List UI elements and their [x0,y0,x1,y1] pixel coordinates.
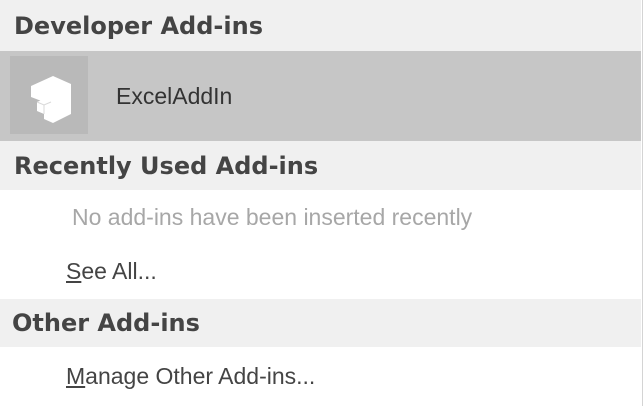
add-ins-menu: Developer Add-ins ExcelAddIn Recently Us… [0,0,643,406]
developer-addins-header: Developer Add-ins [0,0,641,51]
developer-addins-header-label: Developer Add-ins [14,11,263,40]
addin-item-exceladdin[interactable]: ExcelAddIn [0,51,641,141]
recent-addins-header: Recently Used Add-ins [0,141,641,190]
manage-other-addins-link[interactable]: Manage Other Add-ins... [0,347,641,406]
see-all-label: ee All... [81,258,157,284]
no-recent-addins-message: No add-ins have been inserted recently [72,203,473,230]
addin-cube-icon [10,56,88,134]
addin-name-label: ExcelAddIn [116,82,233,109]
manage-other-addins-label: anage Other Add-ins... [85,363,316,389]
other-addins-header-label: Other Add-ins [12,309,200,337]
manage-accelerator: M [66,363,86,389]
see-all-accelerator: S [66,258,82,284]
recent-addins-header-label: Recently Used Add-ins [14,151,319,180]
other-addins-header: Other Add-ins [0,299,641,347]
see-all-link[interactable]: See All... [0,244,641,299]
